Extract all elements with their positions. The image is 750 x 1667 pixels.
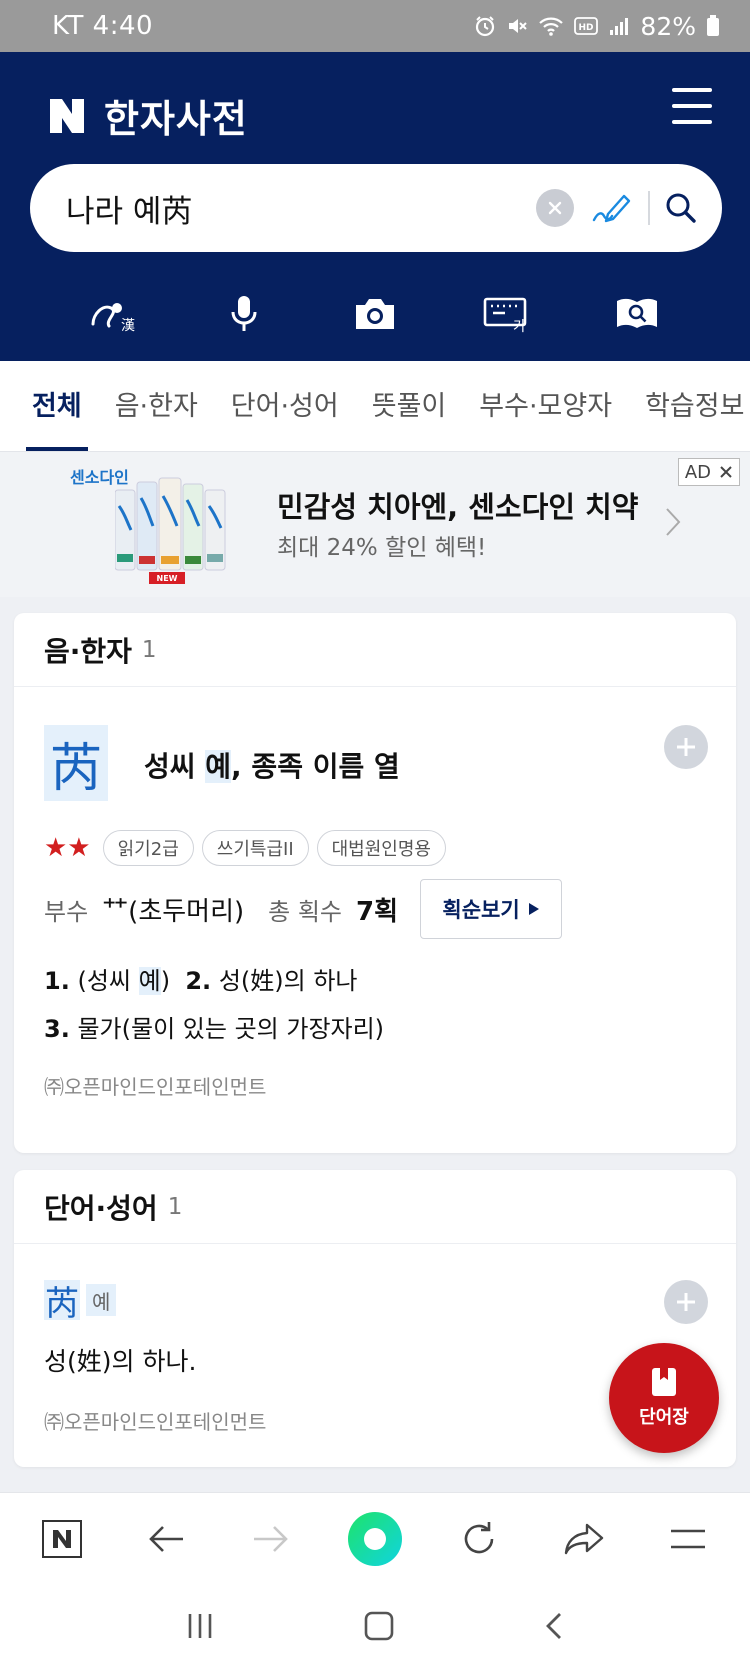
book-search-icon[interactable] [602,286,672,342]
search-tools: 漢 가 [0,284,750,344]
refresh-icon[interactable] [449,1509,509,1569]
app-title: 한자사전 [104,97,248,141]
ad-subtitle: 최대 24% 할인 혜택! [277,535,487,561]
search-input[interactable] [66,190,496,226]
strokes-value: 7획 [356,896,399,927]
ad-tag[interactable]: AD [677,458,740,486]
section-header: 단어·성어 1 [14,1170,736,1244]
browser-menu-icon[interactable] [658,1509,718,1569]
svg-text:HD: HD [579,23,594,33]
search-divider [648,191,650,225]
signal-icon [610,18,629,35]
hd-icon: HD [574,17,599,35]
recent-apps-icon[interactable] [185,1612,215,1640]
tab-all[interactable]: 전체 [26,361,88,451]
radical-stroke-info: 부수 ⺿(초두머리) 총 획수 7획 획순보기 [44,879,604,939]
stroke-order-button[interactable]: 획순보기 [420,879,563,939]
svg-text:漢: 漢 [121,318,135,334]
difficulty-stars: ★★ [44,833,91,863]
system-nav-bar [0,1584,750,1667]
tab-words-idioms[interactable]: 단어·성어 [231,361,339,451]
chevron-right-icon [666,508,681,536]
naver-n-icon [50,98,84,133]
source-credit: ㈜오픈마인드인포테인먼트 [44,1075,267,1099]
add-to-wordbook-button[interactable] [664,725,708,769]
browser-toolbar [0,1492,750,1584]
close-icon[interactable] [719,465,733,479]
camera-icon[interactable] [340,286,410,342]
play-triangle-icon [528,903,539,915]
word-hanja-link[interactable]: 芮 [44,1280,80,1324]
word-reading: 예 [86,1284,117,1316]
battery-icon [707,15,719,36]
section-title: 단어·성어 [44,1191,158,1225]
share-arrow-icon[interactable] [554,1509,614,1569]
plus-icon [677,1293,695,1311]
svg-text:가: 가 [513,319,526,333]
home-icon[interactable] [364,1611,394,1641]
logo[interactable]: 한자사전 [48,88,248,143]
tab-radicals[interactable]: 부수·모양자 [479,361,612,451]
badge-writing-level[interactable]: 쓰기특급II [201,830,309,866]
search-icon[interactable] [664,191,698,225]
ad-banner[interactable]: 센소다인 NEW 민감성 치아엔, 센소다인 치약 최대 24% 할인 혜택! … [0,452,750,597]
mute-icon [509,19,528,33]
search-bar [30,164,722,252]
source-credit: ㈜오픈마인드인포테인먼트 [44,1410,267,1434]
strokes-label: 총 획수 [268,897,343,926]
handwriting-hanja-icon[interactable]: 漢 [78,286,148,342]
section-count: 1 [141,636,157,663]
status-icons: HD 82% [474,12,720,41]
hamburger-menu-icon[interactable] [672,88,712,124]
bookmark-book-icon [652,1368,676,1396]
microphone-icon[interactable] [209,286,279,342]
badge-reading-level[interactable]: 읽기2급 [102,830,194,866]
definition-line-1: 1. (성씨 예) 2. 성(姓)의 하나 [44,967,358,995]
back-icon[interactable] [543,1611,565,1641]
level-badges: ★★ 읽기2급 쓰기특급II 대법원인명용 [44,830,446,866]
badge-name-use[interactable]: 대법원인명용 [316,830,446,866]
status-bar: KT 4:40 HD 82% [0,0,750,52]
alarm-icon [476,16,495,37]
radical-value[interactable]: ⺿(초두머리) [102,891,244,928]
hanja-character-link[interactable]: 芮 [44,725,108,801]
section-header: 음·한자 1 [14,613,736,687]
svg-text:NEW: NEW [157,574,178,583]
toothpaste-product-image: NEW [115,477,226,584]
battery-percent: 82% [640,11,696,41]
definition-line-2: 3. 물가(물이 있는 곳의 가장자리) [44,1015,385,1043]
forward-arrow-icon[interactable] [241,1509,301,1569]
app-header: 한자사전 漢 가 [0,52,750,361]
add-to-wordbook-button[interactable] [664,1280,708,1324]
category-tabs: 전체 음·한자 단어·성어 뜻풀이 부수·모양자 학습정보 [0,361,750,452]
plus-icon [677,738,695,756]
radical-label: 부수 [44,897,89,926]
hanja-result-card: 음·한자 1 芮 성씨 예, 종족 이름 열 ★★ 읽기2급 쓰기특급II 대법… [14,613,736,1153]
ad-label: AD [684,461,711,483]
tab-definitions[interactable]: 뜻풀이 [372,361,447,451]
section-count: 1 [167,1193,183,1220]
keyboard-icon[interactable]: 가 [471,286,541,342]
back-arrow-icon[interactable] [136,1509,196,1569]
word-definition: 성(姓)의 하나. [44,1347,197,1376]
status-time: KT 4:40 [52,11,154,41]
handwriting-pen-icon[interactable] [590,190,634,226]
wordbook-fab-button[interactable]: 단어장 [609,1343,719,1453]
hanja-meaning: 성씨 예, 종족 이름 열 [144,750,400,783]
tab-study-info[interactable]: 학습정보 [645,361,744,451]
wifi-icon [539,17,564,36]
clear-search-icon[interactable] [536,189,574,227]
section-title: 음·한자 [44,634,132,668]
ad-title: 민감성 치아엔, 센소다인 치약 [277,490,639,524]
green-dot-home-icon[interactable] [345,1509,405,1569]
naver-home-icon[interactable] [32,1509,92,1569]
wordbook-label: 단어장 [639,1407,689,1428]
tab-sound-hanja[interactable]: 음·한자 [115,361,198,451]
